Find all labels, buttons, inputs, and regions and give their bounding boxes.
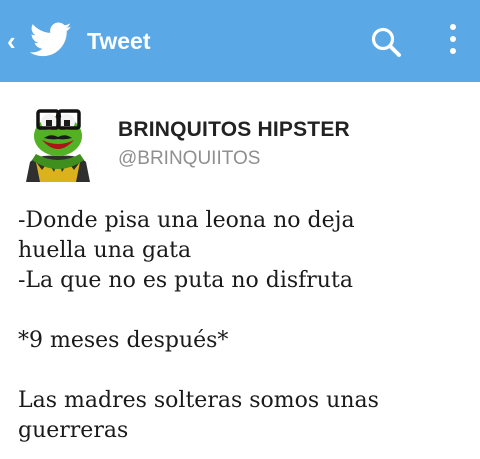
search-icon[interactable]	[368, 24, 404, 60]
author-handle[interactable]: @BRINQUIITOS	[118, 147, 260, 171]
tweet-line: *9 meses después*	[18, 328, 229, 353]
page-title: Tweet	[87, 28, 151, 54]
tweet-line: Las madres solteras somos unas	[18, 388, 379, 413]
tweet-line: -La que no es puta no disfruta	[18, 268, 353, 293]
top-app-bar: ‹ Tweet	[0, 0, 480, 82]
tweet-line: -Donde pisa una leona no deja	[18, 208, 355, 233]
author-display-name[interactable]: BRINQUITOS HIPSTER	[118, 117, 350, 143]
kermit-hipster-avatar[interactable]	[18, 100, 98, 182]
line-break	[18, 356, 473, 386]
back-chevron-icon[interactable]: ‹	[7, 28, 21, 54]
tweet-line: huella una gata	[18, 238, 192, 263]
line-break	[18, 296, 473, 326]
tweet-line: guerreras	[18, 418, 129, 443]
twitter-bird-icon[interactable]	[30, 22, 72, 58]
tweet-text: -Donde pisa una leona no deja huella una…	[18, 206, 473, 446]
overflow-menu-icon[interactable]	[446, 24, 460, 60]
